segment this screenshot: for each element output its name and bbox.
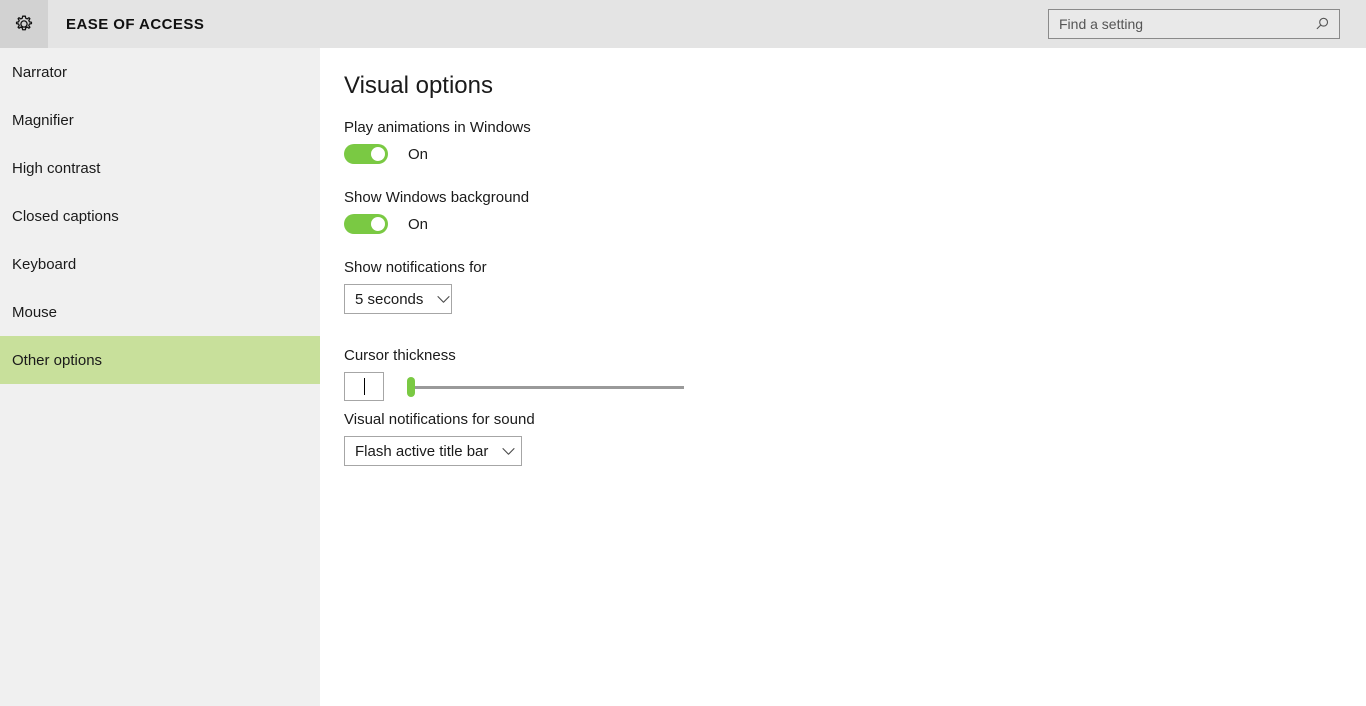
show-background-toggle-row: On — [344, 214, 529, 234]
search-icon[interactable] — [1309, 11, 1335, 37]
app-title: EASE OF ACCESS — [66, 15, 205, 33]
slider-track — [415, 385, 684, 389]
sidebar-item-keyboard[interactable]: Keyboard — [0, 240, 320, 288]
play-animations-toggle[interactable] — [344, 144, 388, 164]
toggle-knob — [371, 217, 385, 231]
sidebar-item-label: High contrast — [12, 159, 101, 177]
app-header: EASE OF ACCESS — [0, 0, 1366, 48]
setting-visual-notifications-for-sound: Visual notifications for sound Flash act… — [344, 411, 535, 466]
setting-label: Cursor thickness — [344, 347, 456, 364]
play-animations-toggle-row: On — [344, 144, 531, 164]
play-animations-state: On — [408, 145, 429, 163]
setting-show-notifications-for: Show notifications for 5 seconds — [344, 259, 487, 314]
sidebar-item-magnifier[interactable]: Magnifier — [0, 96, 320, 144]
sidebar-nav: Narrator Magnifier High contrast Closed … — [0, 48, 320, 706]
cursor-thickness-row — [344, 372, 684, 401]
sidebar-item-label: Magnifier — [12, 111, 74, 129]
setting-cursor-thickness: Cursor thickness — [344, 347, 684, 401]
sidebar-item-label: Mouse — [12, 303, 58, 321]
text-caret-icon — [363, 378, 365, 395]
setting-label: Show Windows background — [344, 189, 530, 206]
show-background-toggle[interactable] — [344, 214, 388, 234]
toggle-knob — [371, 147, 385, 161]
setting-label: Show notifications for — [344, 259, 487, 276]
dropdown-value: 5 seconds — [355, 290, 424, 308]
dropdown-value: Flash active title bar — [355, 442, 489, 460]
sidebar-item-high-contrast[interactable]: High contrast — [0, 144, 320, 192]
show-notifications-dropdown[interactable]: 5 seconds — [344, 284, 452, 314]
main-content: Visual options Play animations in Window… — [320, 48, 1366, 706]
page-title: Visual options — [344, 72, 493, 99]
sidebar-item-label: Narrator — [12, 63, 68, 81]
sidebar-item-label: Keyboard — [12, 255, 77, 273]
sidebar-item-mouse[interactable]: Mouse — [0, 288, 320, 336]
sidebar-item-label: Closed captions — [12, 207, 119, 225]
sidebar-item-other-options[interactable]: Other options — [0, 336, 320, 384]
slider-thumb[interactable] — [407, 376, 415, 397]
visual-notifications-dropdown[interactable]: Flash active title bar — [344, 436, 522, 466]
cursor-thickness-slider[interactable] — [407, 375, 684, 399]
search-input[interactable] — [1049, 11, 1309, 37]
cursor-thickness-preview — [344, 372, 384, 401]
setting-show-windows-background: Show Windows background On — [344, 189, 529, 234]
setting-label: Play animations in Windows — [344, 119, 531, 136]
sidebar-item-label: Other options — [12, 351, 103, 369]
setting-label: Visual notifications for sound — [344, 411, 535, 428]
settings-home-button[interactable] — [0, 0, 48, 48]
search-box[interactable] — [1048, 9, 1340, 39]
sidebar-item-closed-captions[interactable]: Closed captions — [0, 192, 320, 240]
sidebar-item-narrator[interactable]: Narrator — [0, 48, 320, 96]
show-background-state: On — [408, 215, 429, 233]
chevron-down-icon — [437, 295, 450, 304]
setting-play-animations: Play animations in Windows On — [344, 119, 531, 164]
chevron-down-icon — [502, 447, 515, 456]
gear-icon — [12, 12, 36, 36]
